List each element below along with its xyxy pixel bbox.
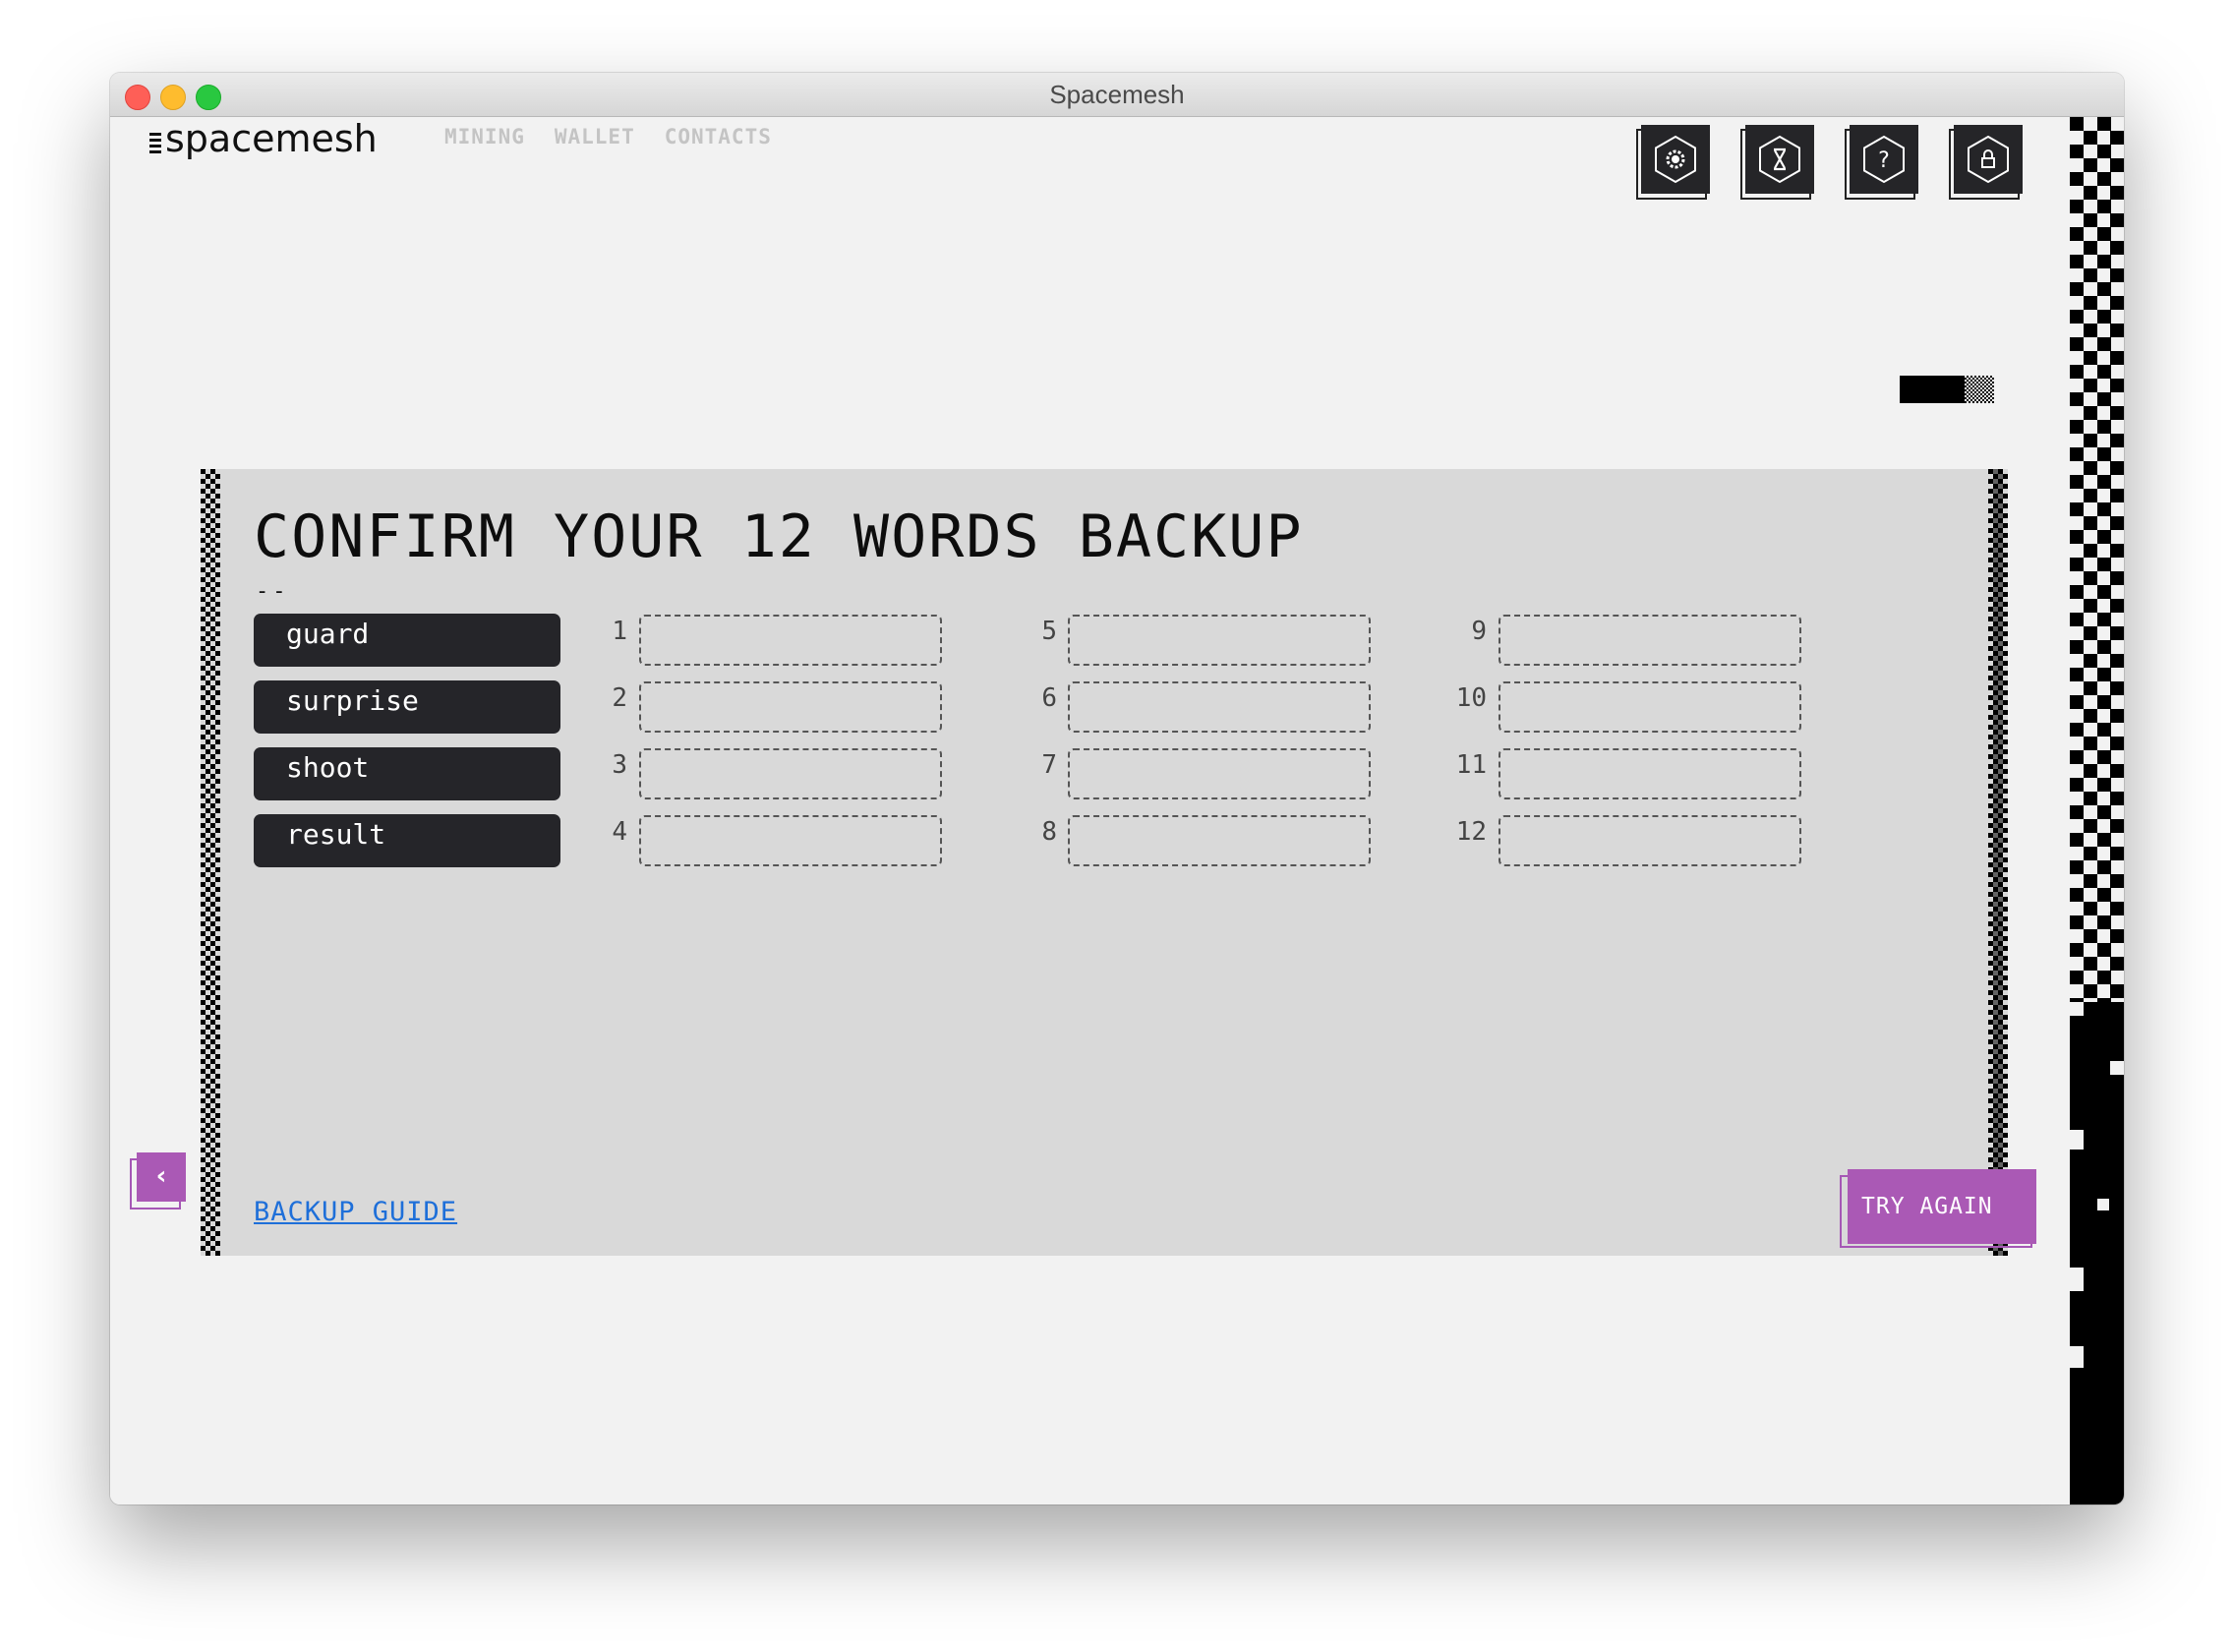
title-bar: Spacemesh xyxy=(110,73,2124,117)
word-chip-result[interactable]: result xyxy=(254,814,560,867)
hourglass-icon xyxy=(1759,135,1800,184)
word-slot-7[interactable] xyxy=(1068,748,1371,799)
word-slot-2[interactable] xyxy=(639,681,942,733)
word-slot-6[interactable] xyxy=(1068,681,1371,733)
settings-icon xyxy=(1655,135,1696,184)
hourglass-button[interactable] xyxy=(1740,125,1814,200)
page-title: CONFIRM YOUR 12 WORDS BACKUP xyxy=(254,502,1304,571)
try-again-label: TRY AGAIN xyxy=(1848,1169,2036,1244)
slot-number: 5 xyxy=(1041,617,1057,646)
word-slot-11[interactable] xyxy=(1499,748,1801,799)
word-chip-shoot[interactable]: shoot xyxy=(254,747,560,800)
help-icon: ? xyxy=(1863,135,1905,184)
word-slot-4[interactable] xyxy=(639,815,942,866)
slot-number: 8 xyxy=(1041,817,1057,847)
back-button[interactable]: ‹ xyxy=(130,1152,186,1210)
title-underline: -- xyxy=(256,579,290,604)
logo-text: spacemesh xyxy=(165,117,378,160)
slot-number: 2 xyxy=(612,683,627,713)
word-slot-1[interactable] xyxy=(639,615,942,666)
backup-guide-link[interactable]: BACKUP GUIDE xyxy=(254,1197,457,1227)
panel-right-border xyxy=(1988,469,2008,1256)
word-slot-5[interactable] xyxy=(1068,615,1371,666)
word-slot-9[interactable] xyxy=(1499,615,1801,666)
settings-button[interactable] xyxy=(1636,125,1710,200)
try-again-button[interactable]: TRY AGAIN xyxy=(1840,1169,2036,1252)
slot-number: 9 xyxy=(1471,617,1487,646)
help-button[interactable]: ? xyxy=(1845,125,1918,200)
slot-number: 7 xyxy=(1041,750,1057,780)
slot-number: 4 xyxy=(612,817,627,847)
svg-text:?: ? xyxy=(1878,148,1890,173)
window-title: Spacemesh xyxy=(1049,80,1185,109)
app-logo[interactable]: spacemesh xyxy=(149,117,378,160)
chevron-left-icon: ‹ xyxy=(137,1152,186,1202)
slot-number: 10 xyxy=(1455,683,1487,713)
main-nav: MINING WALLET CONTACTS xyxy=(444,125,772,148)
app-window: Spacemesh spacemesh MINING WALLET CONTAC… xyxy=(110,73,2124,1504)
backup-confirm-panel: CONFIRM YOUR 12 WORDS BACKUP -- guard su… xyxy=(201,469,2036,1256)
lock-icon xyxy=(1968,135,2009,184)
lock-button[interactable] xyxy=(1949,125,2023,200)
word-slot-3[interactable] xyxy=(639,748,942,799)
word-slot-8[interactable] xyxy=(1068,815,1371,866)
side-pattern-decoration xyxy=(2070,117,2124,1504)
nav-contacts[interactable]: CONTACTS xyxy=(665,125,772,148)
panel-left-border xyxy=(201,469,220,1256)
slot-number: 12 xyxy=(1455,817,1487,847)
slot-number: 1 xyxy=(612,617,627,646)
slot-number: 3 xyxy=(612,750,627,780)
app-content: spacemesh MINING WALLET CONTACTS ? CONFI… xyxy=(110,117,2124,1504)
spacemesh-logo-icon xyxy=(149,132,161,153)
nav-mining[interactable]: MINING xyxy=(444,125,525,148)
slot-number: 6 xyxy=(1041,683,1057,713)
word-chip-surprise[interactable]: surprise xyxy=(254,680,560,734)
word-slot-12[interactable] xyxy=(1499,815,1801,866)
nav-wallet[interactable]: WALLET xyxy=(555,125,635,148)
word-slot-10[interactable] xyxy=(1499,681,1801,733)
dither-decoration-icon xyxy=(1900,376,1994,403)
word-chip-guard[interactable]: guard xyxy=(254,614,560,667)
slot-number: 11 xyxy=(1455,750,1487,780)
